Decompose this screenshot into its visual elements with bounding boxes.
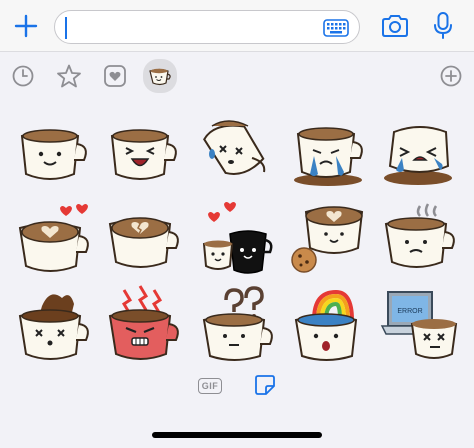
coffee-cup-crying[interactable] <box>290 118 370 192</box>
coffee-cup-smiling[interactable] <box>14 118 94 192</box>
heart-icon[interactable] <box>100 61 130 91</box>
coffee-cup-with-cookie[interactable] <box>290 202 370 276</box>
plus-icon[interactable] <box>12 12 40 40</box>
sticker-grid: ERROR <box>0 108 474 368</box>
camera-icon[interactable] <box>380 13 410 39</box>
laptop-screen-text: ERROR <box>397 308 422 315</box>
message-input[interactable] <box>54 10 360 44</box>
coffee-cup-tipped-crying[interactable] <box>380 118 460 192</box>
coffee-cup-angry[interactable] <box>104 284 184 360</box>
keyboard-icon[interactable] <box>323 19 349 37</box>
coffee-cup-confused[interactable] <box>198 284 278 361</box>
sticker-bottom-bar: GIF <box>0 370 474 448</box>
coffee-cup-overflow-dead[interactable] <box>14 286 94 360</box>
gif-button[interactable]: GIF <box>198 378 222 394</box>
coffee-cup-latte-heart[interactable] <box>14 202 94 276</box>
coffee-cup-rainbow[interactable] <box>290 284 370 361</box>
composer-bar <box>0 0 474 52</box>
text-caret <box>65 17 67 39</box>
home-indicator <box>152 432 322 438</box>
coffee-cup-laughing[interactable] <box>104 118 184 192</box>
coffee-cup-spilled-dizzy[interactable] <box>198 110 278 184</box>
coffee-cup-steaming-sad[interactable] <box>380 202 460 276</box>
star-icon[interactable] <box>54 61 84 91</box>
sticker-tabs <box>0 53 474 99</box>
coffee-couple-love[interactable] <box>198 194 278 274</box>
coffee-cup-laptop-dead[interactable]: ERROR <box>380 284 460 359</box>
microphone-icon[interactable] <box>432 11 454 41</box>
sticker-icon[interactable] <box>254 374 276 396</box>
coffee-cup-broken-heart[interactable] <box>104 202 184 276</box>
clock-icon[interactable] <box>8 61 38 91</box>
coffee-cup-sticker-icon[interactable] <box>143 59 177 93</box>
add-circle-icon[interactable] <box>436 61 466 91</box>
